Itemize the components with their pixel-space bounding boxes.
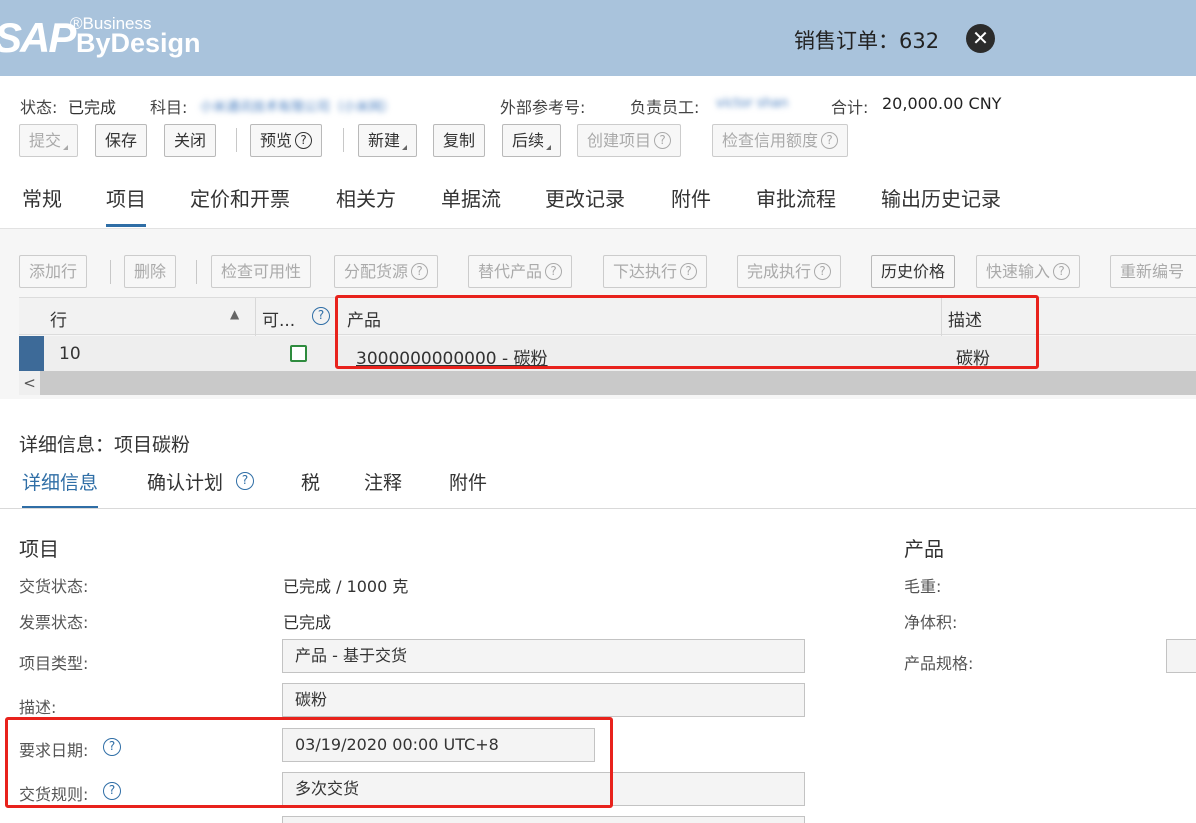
external-ref-label: 外部参考号:: [500, 98, 586, 117]
net-volume-label: 净体积:: [904, 613, 958, 632]
close-button[interactable]: 关闭: [164, 124, 217, 157]
release-execution-button[interactable]: 下达执行?: [603, 255, 708, 288]
close-icon[interactable]: ✕: [966, 24, 995, 53]
account-value[interactable]: 小米通讯技术有限公司（小米网）: [200, 96, 395, 115]
tab-general[interactable]: 常规: [22, 183, 62, 212]
account-label: 科目:: [150, 98, 188, 117]
dropdown-corner-icon: [63, 145, 69, 150]
sort-asc-icon[interactable]: ▲: [230, 307, 239, 321]
description-label: 描述:: [19, 698, 57, 717]
tab-items[interactable]: 项目: [106, 183, 146, 227]
save-button[interactable]: 保存: [95, 124, 148, 157]
app-header: SAP ®Business ByDesign 销售订单：632 ✕: [0, 0, 1196, 76]
help-icon: ?: [545, 263, 563, 280]
subtab-confirmation-schedule[interactable]: 确认计划: [147, 468, 223, 495]
chevron-left-icon[interactable]: <: [19, 371, 40, 395]
check-availability-button[interactable]: 检查可用性: [211, 255, 312, 288]
invoice-status-label: 发票状态:: [19, 613, 89, 632]
check-credit-button[interactable]: 检查信用额度?: [712, 124, 849, 157]
create-project-button[interactable]: 创建项目?: [577, 124, 682, 157]
employee-value[interactable]: victor shan: [716, 96, 788, 111]
available-checkbox[interactable]: [290, 345, 307, 362]
page-title: 销售订单：632: [794, 29, 940, 53]
delete-button[interactable]: 删除: [124, 255, 177, 288]
help-icon: ?: [295, 132, 313, 149]
employee-label: 负责员工:: [630, 98, 700, 117]
delivery-status-value: 已完成 / 1000 克: [283, 577, 409, 596]
total-label: 合计:: [831, 98, 869, 117]
dropdown-corner-icon: [546, 145, 552, 150]
toolbar-divider: [196, 260, 197, 284]
help-icon[interactable]: ?: [312, 307, 330, 325]
item-section-heading: 项目: [19, 537, 59, 561]
subtab-attachments[interactable]: 附件: [449, 468, 487, 495]
follow-up-button[interactable]: 后续: [502, 124, 562, 157]
logo-bydesign-text: ByDesign: [76, 28, 201, 58]
total-value: 20,000.00 CNY: [882, 94, 1002, 113]
detail-title: 详细信息：项目碳粉: [19, 434, 191, 456]
product-spec-label: 产品规格:: [904, 654, 974, 673]
help-icon: ?: [654, 132, 672, 149]
tab-approval[interactable]: 审批流程: [756, 183, 836, 212]
dropdown-corner-icon: [402, 145, 408, 150]
assign-source-button[interactable]: 分配货源?: [334, 255, 439, 288]
item-type-field[interactable]: 产品 - 基于交货: [282, 639, 805, 673]
tab-attachments[interactable]: 附件: [671, 183, 711, 212]
finish-execution-button[interactable]: 完成执行?: [737, 255, 842, 288]
preview-button[interactable]: 预览?: [250, 124, 323, 157]
invoice-status-value: 已完成: [283, 613, 332, 632]
tab-document-flow[interactable]: 单据流: [441, 183, 501, 212]
highlight-box-date-rule: [5, 717, 613, 808]
subtab-tax[interactable]: 税: [301, 468, 320, 495]
row-number: 10: [59, 344, 81, 364]
product-spec-field[interactable]: [1166, 639, 1196, 673]
help-icon: ?: [411, 263, 429, 280]
column-header-row[interactable]: 行: [50, 306, 67, 331]
toolbar-divider: [236, 128, 237, 152]
submit-button[interactable]: 提交: [19, 124, 79, 157]
status-label: 状态:: [20, 98, 58, 117]
subtabs-divider: [0, 508, 1196, 509]
description-field[interactable]: 碳粉: [282, 683, 805, 717]
sap-logo: SAP: [0, 14, 76, 61]
help-icon[interactable]: ?: [236, 472, 254, 490]
tab-parties[interactable]: 相关方: [336, 183, 396, 212]
add-row-button[interactable]: 添加行: [19, 255, 88, 288]
delivery-status-label: 交货状态:: [19, 577, 89, 596]
help-icon: ?: [821, 132, 839, 149]
renumber-button[interactable]: 重新编号: [1110, 255, 1196, 288]
column-header-available[interactable]: 可...: [262, 306, 295, 331]
highlight-box-product: [335, 295, 1039, 369]
history-price-button[interactable]: 历史价格: [871, 255, 956, 288]
toolbar-divider: [343, 128, 344, 152]
tab-pricing-invoicing[interactable]: 定价和开票: [190, 183, 290, 212]
quick-entry-button[interactable]: 快速输入?: [976, 255, 1081, 288]
row-selector[interactable]: [19, 336, 44, 371]
tab-change-log[interactable]: 更改记录: [545, 183, 625, 212]
toolbar-divider: [110, 260, 111, 284]
tab-output-history[interactable]: 输出历史记录: [881, 183, 1001, 212]
product-section-heading: 产品: [904, 537, 944, 561]
new-button[interactable]: 新建: [358, 124, 418, 157]
help-icon: ?: [680, 263, 698, 280]
copy-button[interactable]: 复制: [433, 124, 486, 157]
gross-weight-label: 毛重:: [904, 577, 942, 596]
next-field[interactable]: [282, 816, 805, 823]
substitute-product-button[interactable]: 替代产品?: [468, 255, 573, 288]
subtab-notes[interactable]: 注释: [364, 468, 402, 495]
help-icon: ?: [1053, 263, 1071, 280]
help-icon: ?: [814, 263, 832, 280]
subtab-details[interactable]: 详细信息: [22, 468, 99, 509]
item-type-label: 项目类型:: [19, 654, 89, 673]
horizontal-scrollbar[interactable]: [19, 371, 1196, 395]
status-value: 已完成: [68, 98, 117, 117]
